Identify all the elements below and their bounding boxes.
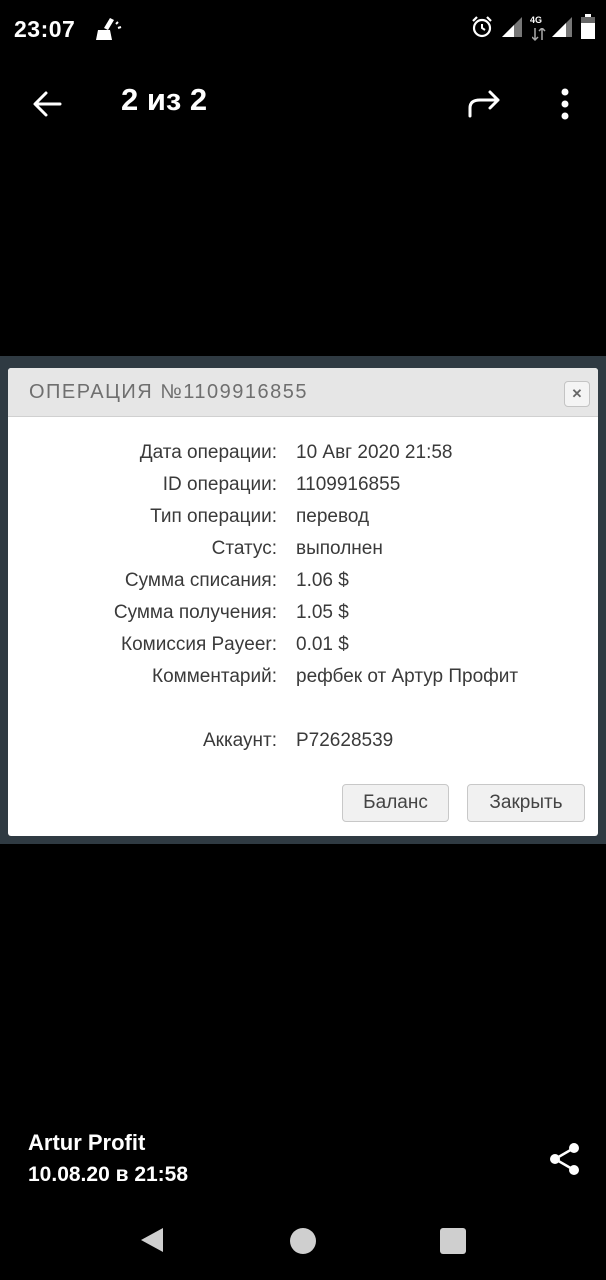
detail-label: Дата операции: [139,442,277,463]
detail-label: Сумма списания: [124,570,277,591]
detail-label: Аккаунт: [202,730,277,751]
sent-datetime: 10.08.20 в 21:58 [28,1163,189,1186]
sender-name: Artur Profit [28,1130,146,1155]
detail-row-debit: Сумма списания: 1.06 $ [8,570,598,600]
detail-value: рефбек от Артур Профит [296,666,519,687]
close-button[interactable]: Закрыть [467,784,585,822]
status-icons: 4G [470,13,596,45]
detail-row-account: Аккаунт: P72628539 [8,730,598,760]
detail-row-comment: Комментарий: рефбек от Артур Профит [8,666,598,696]
close-icon[interactable]: ✕ [564,381,590,407]
battery-icon [580,13,596,45]
detail-row-status: Статус: выполнен [8,538,598,568]
detail-label: ID операции: [162,474,277,495]
more-vert-icon[interactable] [552,84,578,124]
status-bar: 23:07 4G [0,0,606,58]
balance-button[interactable]: Баланс [342,784,449,822]
dialog-title: ОПЕРАЦИЯ №1109916855 [29,381,308,403]
detail-value: 1.06 $ [296,570,349,591]
system-nav-bar [0,1196,606,1280]
detail-label: Сумма получения: [113,602,277,623]
shared-screenshot: ОПЕРАЦИЯ №1109916855 ✕ Дата операции: 10… [0,356,606,844]
back-arrow-icon[interactable] [30,86,66,122]
detail-value: 1.05 $ [296,602,349,623]
detail-value: 10 Авг 2020 21:58 [296,442,453,463]
detail-row-date: Дата операции: 10 Авг 2020 21:58 [8,442,598,472]
cleaner-icon [94,16,122,42]
detail-value: выполнен [296,538,383,559]
status-time: 23:07 [14,16,76,42]
detail-value: P72628539 [296,730,394,751]
detail-row-id: ID операции: 1109916855 [8,474,598,504]
share-icon[interactable] [548,1142,582,1176]
nav-recent-icon[interactable] [440,1228,466,1254]
image-counter: 2 из 2 [121,82,208,117]
viewer-app-bar: 2 из 2 [0,70,606,140]
signal-icon [550,15,574,44]
alarm-icon [470,15,494,44]
detail-label: Статус: [211,538,277,559]
network-type-label: 4G [530,15,543,25]
signal-icon [500,15,524,44]
nav-home-icon[interactable] [290,1228,316,1254]
signal-4g-icon: 4G [530,15,546,43]
detail-value: перевод [296,506,370,527]
operation-dialog: ОПЕРАЦИЯ №1109916855 ✕ Дата операции: 10… [8,368,598,836]
detail-label: Комментарий: [152,666,277,687]
forward-icon[interactable] [466,86,504,122]
detail-row-type: Тип операции: перевод [8,506,598,536]
detail-row-credit: Сумма получения: 1.05 $ [8,602,598,632]
detail-value: 1109916855 [296,474,401,495]
detail-label: Тип операции: [150,506,277,527]
detail-value: 0.01 $ [296,634,349,655]
dialog-header: ОПЕРАЦИЯ №1109916855 ✕ [8,368,598,417]
nav-back-icon[interactable] [139,1226,165,1254]
detail-label: Комиссия Payeer: [121,634,277,655]
detail-row-fee: Комиссия Payeer: 0.01 $ [8,634,598,664]
close-glyph: ✕ [571,386,583,401]
